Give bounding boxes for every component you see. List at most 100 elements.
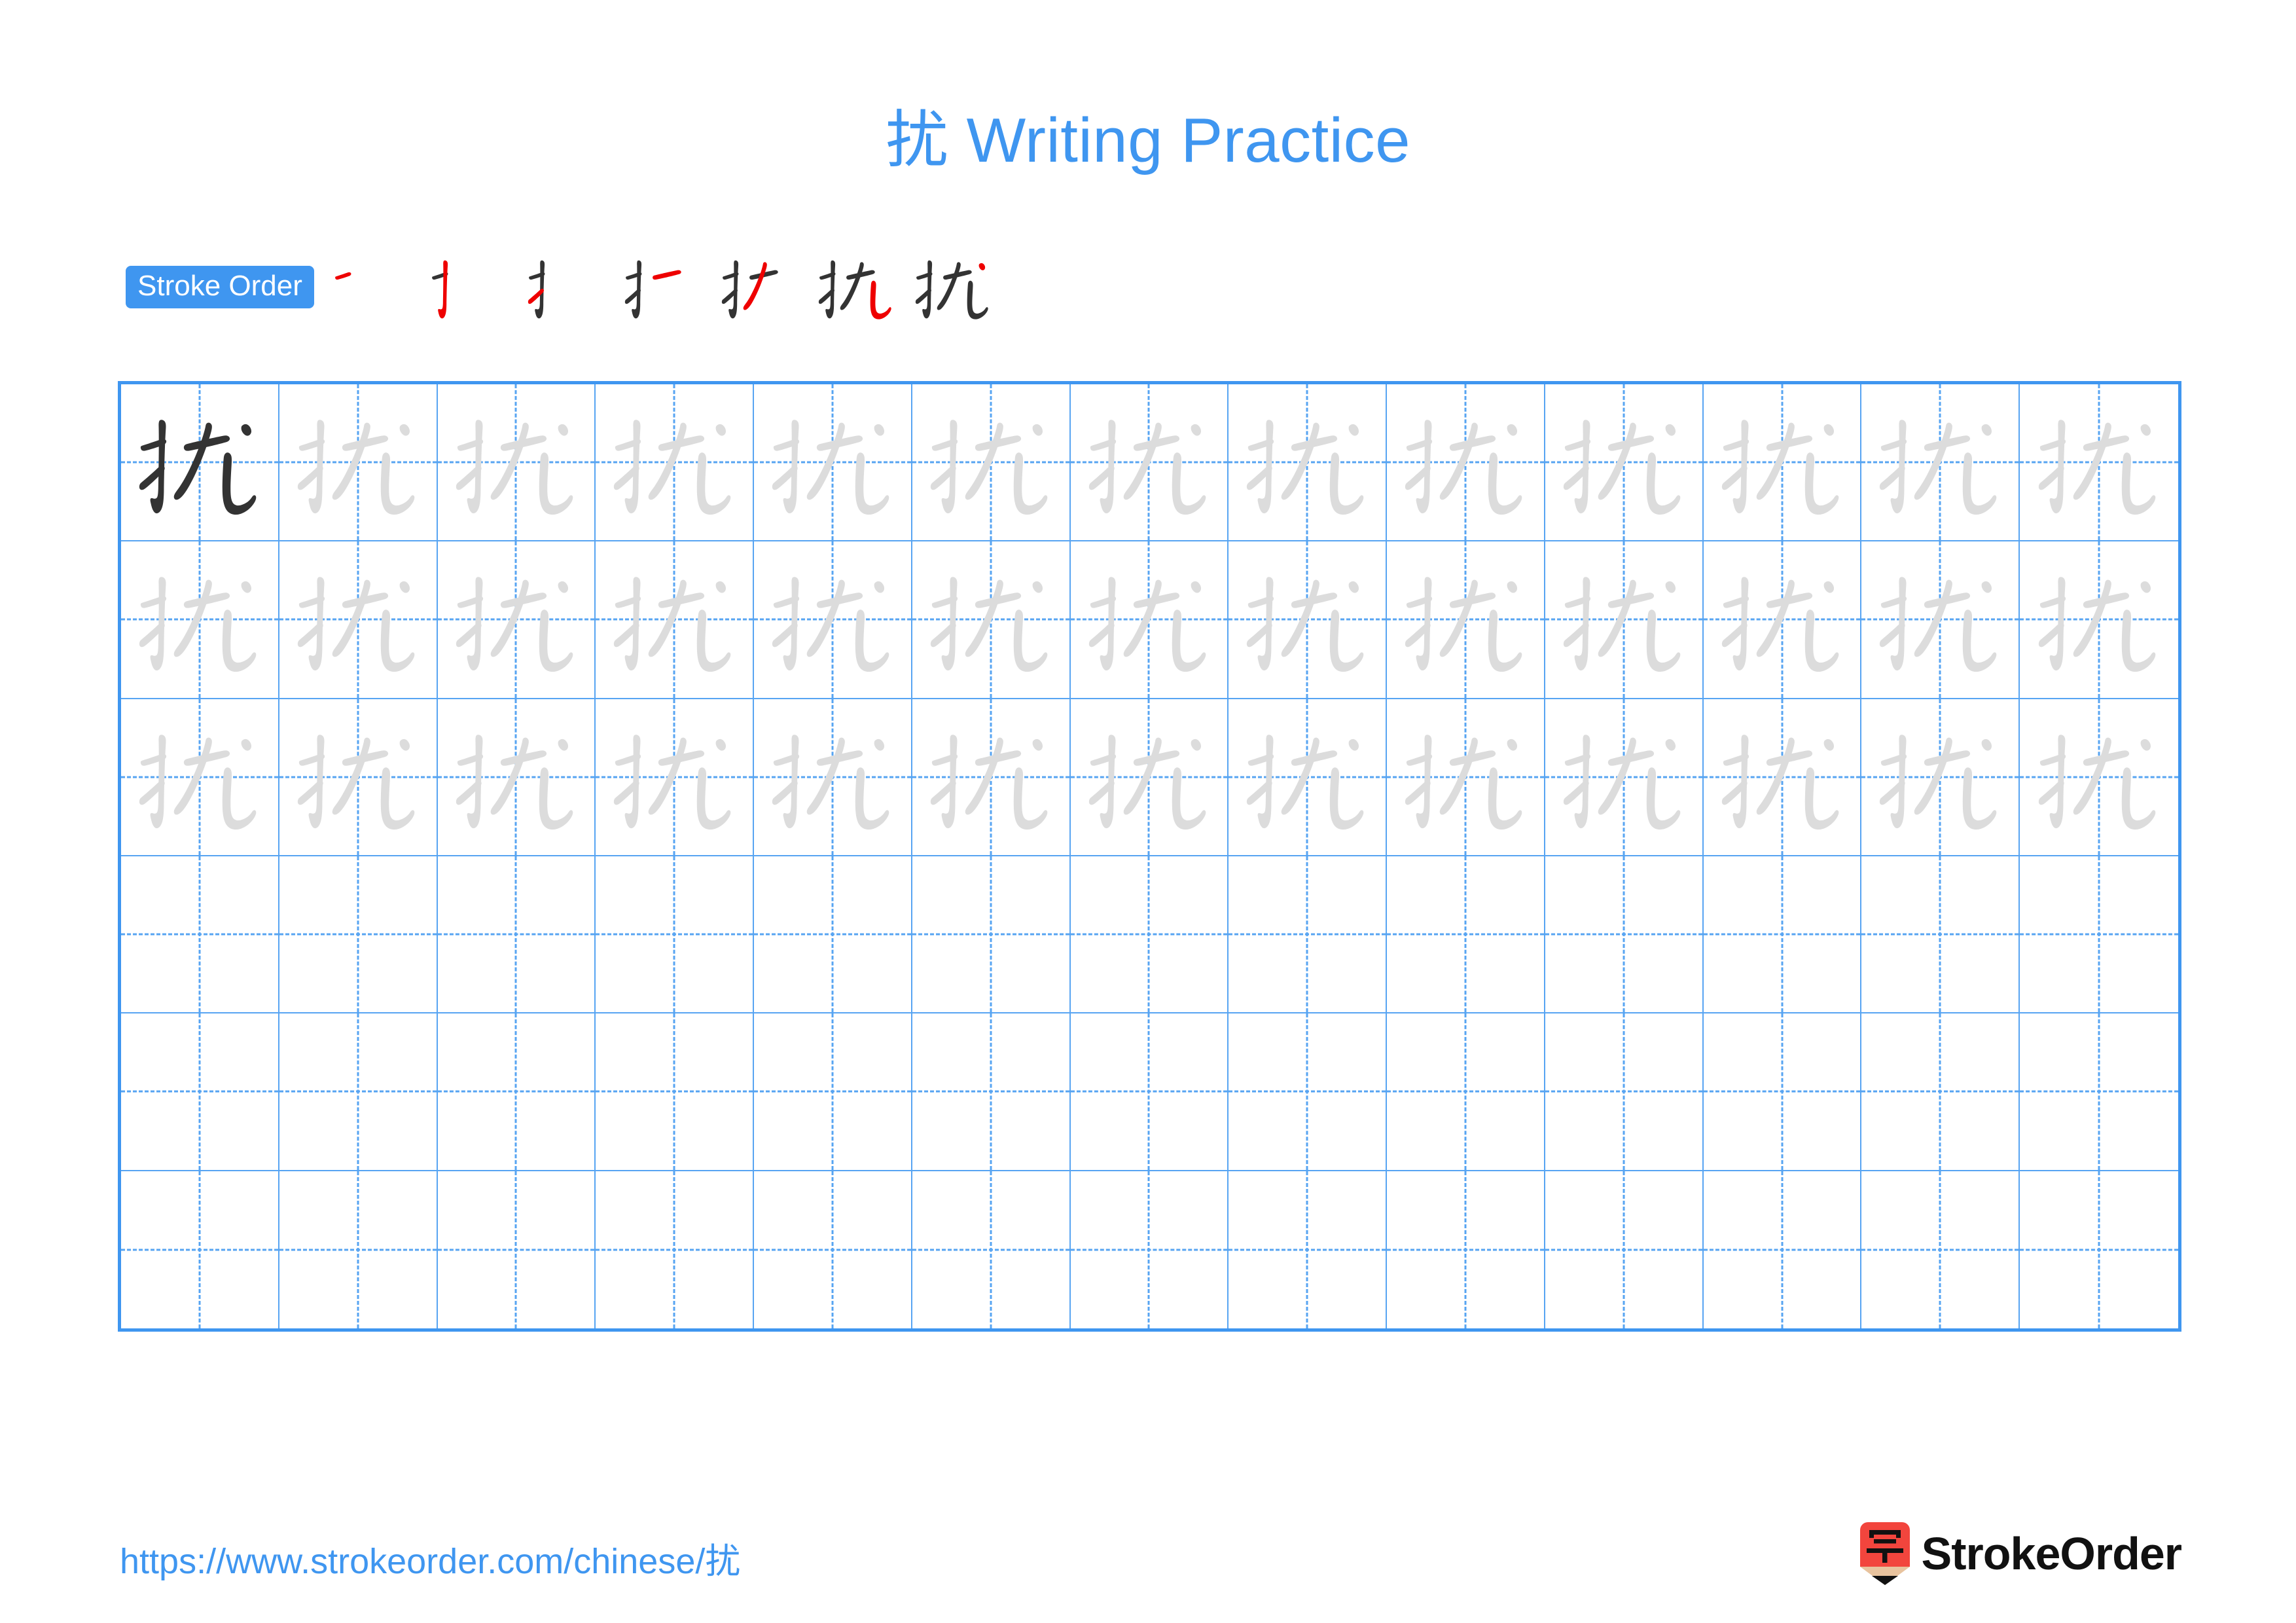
practice-cell-r3-c1[interactable] (121, 699, 279, 856)
footer-url[interactable]: https://www.strokeorder.com/chinese/扰 (120, 1532, 740, 1584)
stroke-order-steps (323, 238, 1001, 335)
traced-character (596, 384, 753, 540)
practice-cell-r2-c7[interactable] (1070, 541, 1229, 699)
practice-cell-r5-c9[interactable] (1387, 1013, 1545, 1171)
practice-cell-r6-c7[interactable] (1071, 1171, 1229, 1328)
practice-cell-r2-c11[interactable] (1703, 541, 1862, 699)
practice-cell-r6-c11[interactable] (1704, 1171, 1862, 1328)
practice-cell-r5-c2[interactable] (279, 1013, 438, 1171)
practice-cell-r2-c9[interactable] (1387, 541, 1545, 699)
practice-cell-r3-c10[interactable] (1545, 699, 1704, 856)
practice-cell-r6-c12[interactable] (1861, 1171, 2020, 1328)
stroke-step-5 (711, 238, 808, 335)
practice-cell-r4-c12[interactable] (1861, 856, 2020, 1014)
practice-cell-r1-c11[interactable] (1703, 384, 1862, 542)
practice-cell-r5-c4[interactable] (596, 1013, 755, 1171)
practice-cell-r2-c1[interactable] (121, 541, 279, 699)
traced-character (754, 384, 911, 540)
model-character (121, 384, 278, 540)
practice-cell-r3-c13[interactable] (2020, 699, 2178, 856)
practice-cell-r6-c13[interactable] (2020, 1171, 2178, 1328)
practice-cell-r3-c2[interactable] (279, 699, 438, 856)
practice-cell-r1-c6[interactable] (912, 384, 1071, 542)
practice-cell-r3-c11[interactable] (1703, 699, 1862, 856)
practice-cell-r1-c4[interactable] (596, 384, 755, 542)
practice-cell-r3-c5[interactable] (754, 699, 912, 856)
practice-cell-r5-c13[interactable] (2020, 1013, 2178, 1171)
practice-cell-r6-c1[interactable] (121, 1171, 279, 1328)
practice-cell-r4-c8[interactable] (1229, 856, 1388, 1014)
practice-cell-r1-c12[interactable] (1861, 384, 2020, 542)
practice-cell-r2-c3[interactable] (437, 541, 596, 699)
practice-cell-r2-c4[interactable] (596, 541, 755, 699)
practice-cell-r1-c13[interactable] (2020, 384, 2178, 542)
practice-cell-r4-c2[interactable] (279, 856, 438, 1014)
traced-character (754, 699, 911, 855)
practice-cell-r3-c12[interactable] (1861, 699, 2020, 856)
traced-character (279, 699, 437, 855)
practice-cell-r1-c7[interactable] (1070, 384, 1229, 542)
practice-cell-r3-c8[interactable] (1229, 699, 1388, 856)
practice-cell-r6-c6[interactable] (912, 1171, 1071, 1328)
practice-cell-r2-c10[interactable] (1545, 541, 1704, 699)
traced-character (279, 541, 437, 697)
traced-character (121, 541, 278, 697)
traced-character (1229, 541, 1386, 697)
practice-cell-r2-c12[interactable] (1861, 541, 2020, 699)
traced-character (438, 384, 595, 540)
practice-cell-r6-c2[interactable] (279, 1171, 438, 1328)
practice-cell-r6-c3[interactable] (438, 1171, 596, 1328)
practice-cell-r5-c7[interactable] (1070, 1013, 1229, 1171)
traced-character (438, 699, 595, 855)
practice-cell-r5-c12[interactable] (1861, 1013, 2020, 1171)
traced-character (121, 699, 278, 855)
practice-cell-r5-c8[interactable] (1229, 1013, 1388, 1171)
practice-cell-r3-c7[interactable] (1070, 699, 1229, 856)
practice-cell-r2-c8[interactable] (1229, 541, 1388, 699)
stroke-step-6 (808, 238, 905, 335)
practice-cell-r4-c3[interactable] (437, 856, 596, 1014)
practice-cell-r6-c10[interactable] (1545, 1171, 1704, 1328)
practice-cell-r1-c8[interactable] (1229, 384, 1388, 542)
traced-character (912, 384, 1069, 540)
practice-cell-r3-c6[interactable] (912, 699, 1071, 856)
practice-cell-r4-c13[interactable] (2020, 856, 2178, 1014)
practice-cell-r3-c4[interactable] (596, 699, 755, 856)
practice-cell-r6-c8[interactable] (1229, 1171, 1388, 1328)
practice-cell-r4-c11[interactable] (1703, 856, 1862, 1014)
practice-cell-r1-c2[interactable] (279, 384, 438, 542)
practice-cell-r4-c5[interactable] (754, 856, 912, 1014)
practice-cell-r6-c5[interactable] (754, 1171, 912, 1328)
practice-cell-r4-c7[interactable] (1070, 856, 1229, 1014)
practice-cell-r2-c2[interactable] (279, 541, 438, 699)
practice-cell-r5-c11[interactable] (1703, 1013, 1862, 1171)
practice-cell-r5-c6[interactable] (912, 1013, 1071, 1171)
practice-cell-r4-c9[interactable] (1387, 856, 1545, 1014)
traced-character (1071, 541, 1228, 697)
traced-character (2020, 699, 2178, 855)
practice-cell-r2-c13[interactable] (2020, 541, 2178, 699)
practice-cell-r5-c1[interactable] (121, 1013, 279, 1171)
practice-cell-r4-c1[interactable] (121, 856, 279, 1014)
stroke-step-4 (614, 238, 711, 335)
practice-cell-r5-c3[interactable] (437, 1013, 596, 1171)
practice-cell-r1-c10[interactable] (1545, 384, 1704, 542)
practice-cell-r2-c5[interactable] (754, 541, 912, 699)
traced-character (1861, 541, 2018, 697)
practice-cell-r4-c10[interactable] (1545, 856, 1704, 1014)
practice-cell-r6-c4[interactable] (596, 1171, 755, 1328)
traced-character (1071, 699, 1228, 855)
practice-cell-r3-c9[interactable] (1387, 699, 1545, 856)
practice-cell-r1-c9[interactable] (1387, 384, 1545, 542)
practice-cell-r3-c3[interactable] (437, 699, 596, 856)
practice-cell-r2-c6[interactable] (912, 541, 1071, 699)
practice-cell-r1-c1[interactable] (121, 384, 279, 542)
practice-cell-r6-c9[interactable] (1387, 1171, 1545, 1328)
practice-cell-r4-c4[interactable] (596, 856, 755, 1014)
practice-cell-r5-c5[interactable] (754, 1013, 912, 1171)
traced-character (596, 541, 753, 697)
practice-cell-r4-c6[interactable] (912, 856, 1071, 1014)
practice-cell-r5-c10[interactable] (1545, 1013, 1704, 1171)
practice-cell-r1-c3[interactable] (437, 384, 596, 542)
practice-cell-r1-c5[interactable] (754, 384, 912, 542)
